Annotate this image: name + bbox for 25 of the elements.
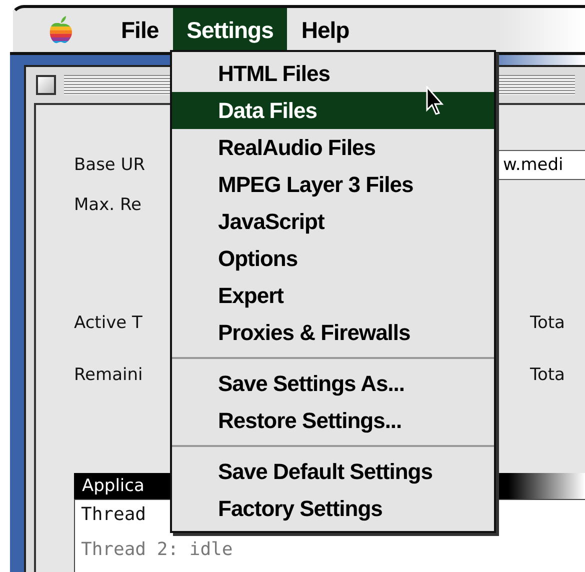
apple-icon[interactable] (49, 16, 73, 44)
menu-title[interactable]: Settings (172, 8, 288, 52)
field-label: Max. Re (74, 195, 142, 215)
menu-item[interactable]: Save Settings As... (172, 365, 494, 402)
field-label: Tota (530, 313, 565, 333)
menu-item[interactable]: HTML Files (172, 55, 494, 92)
menu-title[interactable]: Help (287, 8, 364, 52)
field-label: Tota (530, 365, 565, 385)
field-label: Base UR (74, 155, 146, 175)
menu-item[interactable]: Restore Settings... (172, 402, 494, 439)
menu-item[interactable]: Options (172, 240, 494, 277)
input-field[interactable]: w.medi (498, 150, 585, 180)
menu-item[interactable]: RealAudio Files (172, 129, 494, 166)
cursor-icon (425, 86, 445, 116)
close-box[interactable] (36, 75, 56, 95)
menu-item[interactable]: JavaScript (172, 203, 494, 240)
field-label: Active T (74, 313, 142, 333)
menu-item[interactable]: Data Files (172, 92, 494, 129)
field-label: Remaini (74, 365, 143, 385)
menu-item[interactable]: Proxies & Firewalls (172, 314, 494, 351)
menu-item[interactable]: Expert (172, 277, 494, 314)
list-line: Thread (81, 504, 146, 525)
list-line: Thread 2: idle (81, 539, 233, 560)
menu-title[interactable]: File (107, 8, 173, 52)
menu-item[interactable]: MPEG Layer 3 Files (172, 166, 494, 203)
